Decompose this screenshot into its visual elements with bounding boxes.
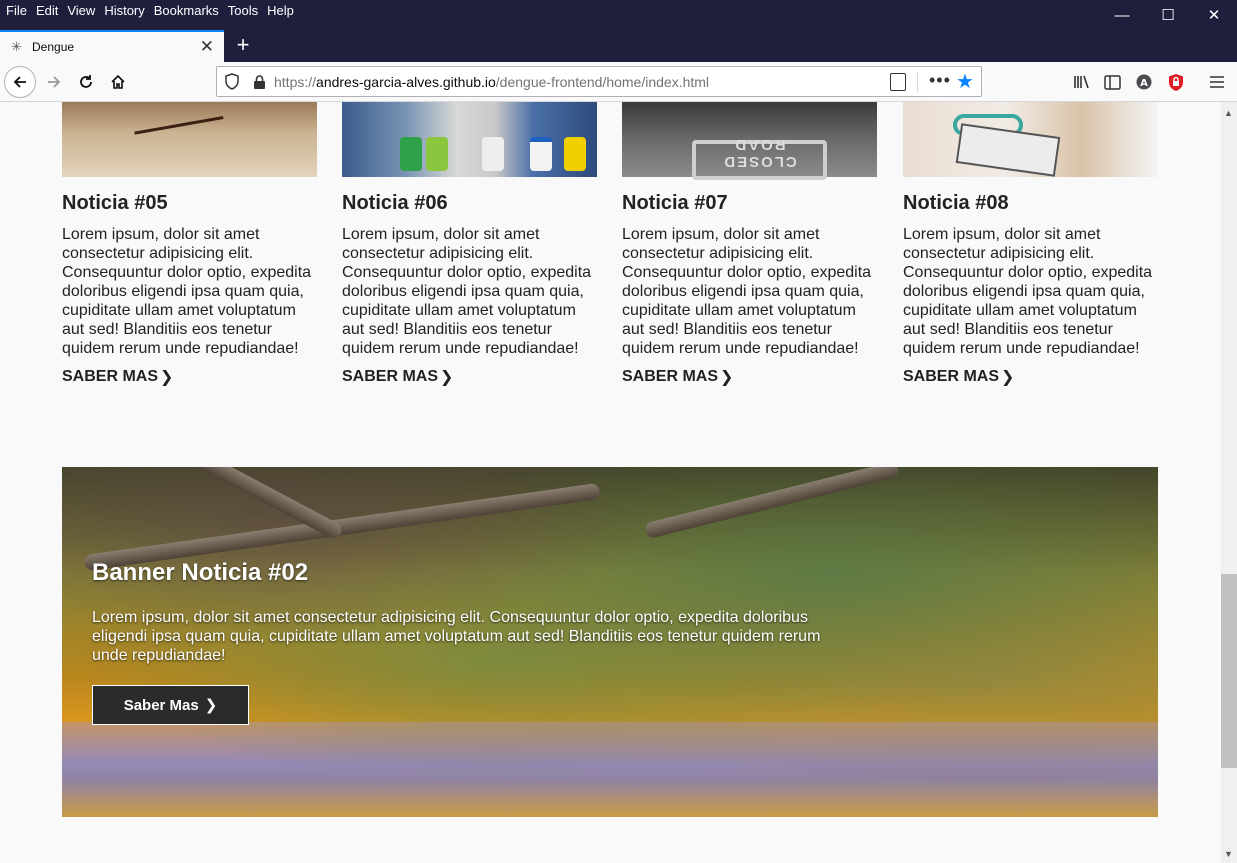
chevron-right-icon: ❯ xyxy=(720,369,734,386)
news-read-more-link[interactable]: SABER MAS ❯ xyxy=(62,367,173,387)
tab-strip: ✳ Dengue ✕ + xyxy=(0,30,1237,62)
reader-view-icon[interactable] xyxy=(890,73,906,91)
account-avatar-icon[interactable]: A xyxy=(1134,72,1154,92)
new-tab-button[interactable]: + xyxy=(232,33,254,57)
news-card-06: Noticia #06 Lorem ipsum, dolor sit amet … xyxy=(342,102,597,387)
url-path: /dengue-frontend/home/index.html xyxy=(495,74,710,90)
read-more-label: SABER MAS xyxy=(903,368,1000,385)
library-icon[interactable] xyxy=(1071,72,1091,92)
tab-dengue[interactable]: ✳ Dengue ✕ xyxy=(0,30,224,62)
page-content: Noticia #05 Lorem ipsum, dolor sit amet … xyxy=(0,102,1221,863)
navigation-toolbar: https://andres-garcia-alves.github.io/de… xyxy=(0,62,1237,102)
news-title: Noticia #07 xyxy=(622,192,728,214)
back-button[interactable] xyxy=(4,66,36,98)
ublock-shield-icon[interactable] xyxy=(1166,72,1186,92)
news-card-05: Noticia #05 Lorem ipsum, dolor sit amet … xyxy=(62,102,317,387)
fallen-log xyxy=(643,467,901,540)
news-image-doctor xyxy=(903,102,1158,177)
scroll-down-icon[interactable]: ▼ xyxy=(1224,849,1233,859)
hamburger-menu-icon[interactable] xyxy=(1207,72,1227,92)
yellow-canister xyxy=(564,137,586,171)
page-actions-icon[interactable]: ••• xyxy=(929,70,951,91)
menu-history[interactable]: History xyxy=(104,3,144,18)
url-prefix: https:// xyxy=(274,74,317,90)
news-title: Noticia #06 xyxy=(342,192,448,214)
bookmark-star-icon[interactable]: ★ xyxy=(956,69,974,94)
fallen-log xyxy=(83,482,601,572)
news-title: Noticia #08 xyxy=(903,192,1009,214)
url-text[interactable]: https://andres-garcia-alves.github.io/de… xyxy=(274,74,709,90)
menu-view[interactable]: View xyxy=(67,3,95,18)
tab-title: Dengue xyxy=(32,40,75,54)
window-controls: — ☐ ✕ xyxy=(1099,0,1237,30)
news-banner: Banner Noticia #02 Lorem ipsum, dolor si… xyxy=(62,467,1158,817)
forward-arrow-icon xyxy=(48,76,61,88)
menu-bar: File Edit View History Bookmarks Tools H… xyxy=(6,3,303,18)
news-card-08: Noticia #08 Lorem ipsum, dolor sit amet … xyxy=(903,102,1158,387)
menu-file[interactable]: File xyxy=(6,3,27,18)
news-image-mosquito xyxy=(62,102,317,177)
chevron-right-icon: ❯ xyxy=(1001,369,1015,386)
white-canister xyxy=(482,137,504,171)
news-image-closed-road: CLOSED ROAD xyxy=(622,102,877,180)
reload-icon xyxy=(80,75,92,88)
close-window-button[interactable]: ✕ xyxy=(1191,0,1237,30)
news-title: Noticia #05 xyxy=(62,192,168,214)
white-canister xyxy=(530,137,552,171)
menu-tools[interactable]: Tools xyxy=(228,3,258,18)
news-image-fumigation xyxy=(342,102,597,177)
news-body: Lorem ipsum, dolor sit amet consectetur … xyxy=(342,226,592,357)
read-more-label: SABER MAS xyxy=(342,368,439,385)
title-bar: File Edit View History Bookmarks Tools H… xyxy=(0,0,1237,33)
forward-button[interactable] xyxy=(38,66,70,98)
menu-edit[interactable]: Edit xyxy=(36,3,58,18)
scrollbar-thumb[interactable] xyxy=(1221,574,1237,768)
green-canister xyxy=(426,137,448,171)
news-read-more-link[interactable]: SABER MAS ❯ xyxy=(903,367,1014,387)
banner-body: Lorem ipsum, dolor sit amet consectetur … xyxy=(92,609,821,664)
chevron-right-icon: ❯ xyxy=(440,369,454,386)
chevron-right-icon: ❯ xyxy=(160,369,174,386)
reload-button[interactable] xyxy=(70,66,102,98)
banner-button-label: Saber Mas xyxy=(123,696,199,714)
water-reflection xyxy=(62,722,1158,817)
vertical-scrollbar[interactable]: ▲ ▼ xyxy=(1221,102,1237,863)
read-more-label: SABER MAS xyxy=(62,368,159,385)
home-icon xyxy=(111,74,125,89)
news-card-07: CLOSED ROAD Noticia #07 Lorem ipsum, dol… xyxy=(622,102,877,387)
menu-help[interactable]: Help xyxy=(267,3,294,18)
home-button[interactable] xyxy=(102,66,134,98)
clipboard-shape xyxy=(955,123,1061,177)
news-read-more-link[interactable]: SABER MAS ❯ xyxy=(342,367,453,387)
banner-read-more-button[interactable]: Saber Mas ❯ xyxy=(92,685,249,725)
scroll-up-icon[interactable]: ▲ xyxy=(1224,108,1233,118)
mosquito-favicon-icon: ✳ xyxy=(11,39,22,54)
news-read-more-link[interactable]: SABER MAS ❯ xyxy=(622,367,733,387)
banner-text: Banner Noticia #02 Lorem ipsum, dolor si… xyxy=(92,559,842,665)
banner-title: Banner Noticia #02 xyxy=(92,559,309,586)
read-more-label: SABER MAS xyxy=(622,368,719,385)
news-body: Lorem ipsum, dolor sit amet consectetur … xyxy=(62,226,312,357)
lock-icon[interactable] xyxy=(253,75,266,89)
maximize-button[interactable]: ☐ xyxy=(1145,0,1191,30)
green-canister xyxy=(400,137,422,171)
url-bar-separator xyxy=(917,72,918,92)
tracking-shield-icon[interactable] xyxy=(224,73,240,90)
svg-text:A: A xyxy=(1140,78,1148,89)
news-body: Lorem ipsum, dolor sit amet consectetur … xyxy=(622,226,872,357)
closed-road-sign: CLOSED ROAD xyxy=(692,136,827,180)
minimize-button[interactable]: — xyxy=(1099,0,1145,30)
fallen-log xyxy=(159,467,345,542)
close-tab-icon[interactable]: ✕ xyxy=(200,37,214,57)
url-host: andres-garcia-alves.github.io xyxy=(316,74,496,90)
sidebar-icon[interactable] xyxy=(1102,72,1122,92)
chevron-right-icon: ❯ xyxy=(204,697,218,714)
url-bar[interactable]: https://andres-garcia-alves.github.io/de… xyxy=(216,66,982,97)
browser-window: File Edit View History Bookmarks Tools H… xyxy=(0,0,1237,863)
menu-bookmarks[interactable]: Bookmarks xyxy=(154,3,219,18)
news-body: Lorem ipsum, dolor sit amet consectetur … xyxy=(903,226,1153,357)
back-arrow-icon xyxy=(13,76,26,88)
